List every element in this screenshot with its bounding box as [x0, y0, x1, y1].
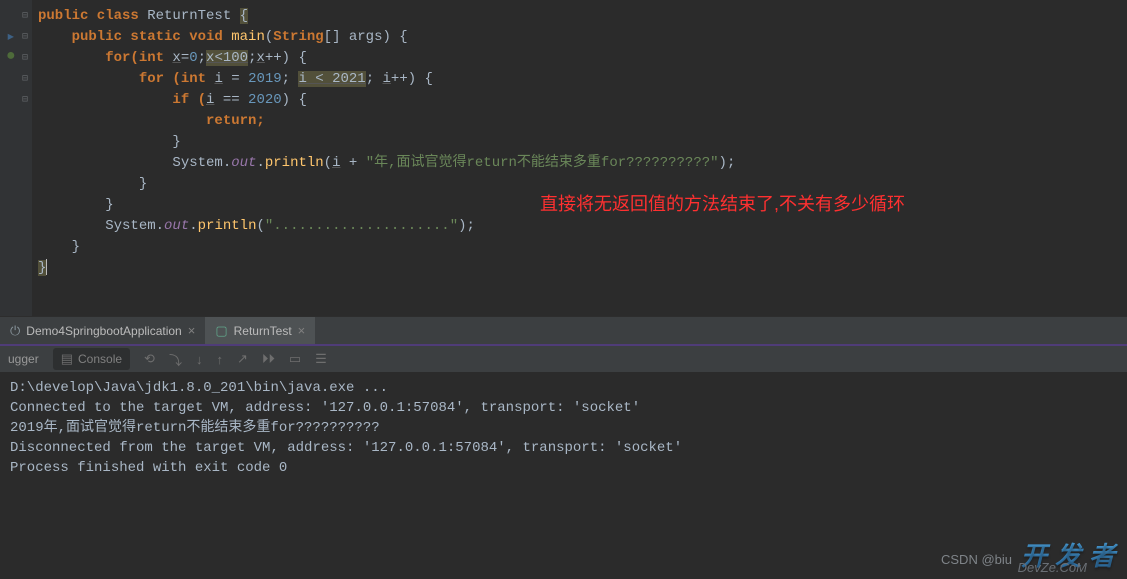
- code-line: System.out.println(i + "年,面试官觉得return不能结…: [38, 153, 1127, 174]
- fold-icon[interactable]: ⊟: [22, 94, 28, 106]
- console-label: Console: [78, 352, 122, 366]
- fold-icon[interactable]: ⊟: [22, 52, 28, 64]
- console-line: 2019年,面试官觉得return不能结束多重for??????????: [10, 418, 1117, 438]
- console-line: D:\develop\Java\jdk1.8.0_201\bin\java.ex…: [10, 378, 1117, 398]
- step-up-icon[interactable]: ↑: [216, 352, 223, 367]
- console-line: Process finished with exit code 0: [10, 458, 1117, 478]
- run-marker-icon[interactable]: ▸: [6, 26, 16, 46]
- java-icon: ▢: [215, 323, 227, 339]
- code-line: if (i == 2020) {: [38, 90, 1127, 111]
- debug-toolbar: ugger ▤ Console ⟲ ⤵ ↓ ↑ ↗ ⏵⏵ ▭ ☰: [0, 346, 1127, 372]
- code-line: public static void main(String[] args) {: [38, 27, 1127, 48]
- tab-label: Demo4SpringbootApplication: [26, 324, 181, 338]
- code-line: }: [38, 258, 1127, 279]
- console-tab[interactable]: ▤ Console: [53, 348, 130, 370]
- step-out-icon[interactable]: ↗: [237, 351, 248, 367]
- csdn-watermark: CSDN @biu: [941, 552, 1012, 567]
- fold-icon[interactable]: ⊟: [22, 73, 28, 85]
- step-down-icon[interactable]: ↓: [196, 352, 203, 367]
- console-line: Disconnected from the target VM, address…: [10, 438, 1117, 458]
- settings-icon[interactable]: ☰: [315, 351, 327, 367]
- console-icon: ▤: [61, 351, 73, 367]
- code-line: }: [38, 132, 1127, 153]
- evaluate-icon[interactable]: ▭: [289, 351, 301, 367]
- fold-icon[interactable]: ⊟: [22, 31, 28, 43]
- debugger-label[interactable]: ugger: [8, 352, 39, 366]
- step-into-icon[interactable]: ⟲: [144, 351, 155, 367]
- editor-gutter: ▸ ● ⊟ ⊟ ⊟ ⊟ ⊟: [0, 0, 32, 316]
- console-line: Connected to the target VM, address: '12…: [10, 398, 1117, 418]
- code-line: return;: [38, 111, 1127, 132]
- code-line: System.out.println("....................…: [38, 216, 1127, 237]
- run-tab-bar: ⏻ Demo4SpringbootApplication × ▢ ReturnT…: [0, 316, 1127, 346]
- close-icon[interactable]: ×: [298, 323, 306, 338]
- code-line: }: [38, 237, 1127, 258]
- annotation-text: 直接将无返回值的方法结束了,不关有多少循环: [540, 190, 905, 216]
- console-output[interactable]: D:\develop\Java\jdk1.8.0_201\bin\java.ex…: [0, 372, 1127, 552]
- watermark-subtitle: DevZe.CoM: [1018, 560, 1087, 575]
- code-line: for (int i = 2019; i < 2021; i++) {: [38, 69, 1127, 90]
- breakpoint-marker-icon[interactable]: ●: [6, 47, 16, 65]
- step-over-icon[interactable]: ⤵: [169, 350, 182, 369]
- run-to-cursor-icon[interactable]: ⏵⏵: [262, 351, 275, 367]
- code-line: public class ReturnTest {: [38, 6, 1127, 27]
- code-area[interactable]: public class ReturnTest { public static …: [32, 6, 1127, 279]
- close-icon[interactable]: ×: [188, 323, 196, 338]
- code-line: for(int x=0;x<100;x++) {: [38, 48, 1127, 69]
- fold-icon[interactable]: ⊟: [22, 10, 28, 22]
- power-icon: ⏻: [10, 323, 20, 339]
- code-editor[interactable]: ▸ ● ⊟ ⊟ ⊟ ⊟ ⊟ public class ReturnTest { …: [0, 0, 1127, 316]
- tab-label: ReturnTest: [234, 324, 292, 338]
- run-tab-demo4[interactable]: ⏻ Demo4SpringbootApplication ×: [0, 317, 205, 344]
- run-tab-returntest[interactable]: ▢ ReturnTest ×: [205, 317, 315, 344]
